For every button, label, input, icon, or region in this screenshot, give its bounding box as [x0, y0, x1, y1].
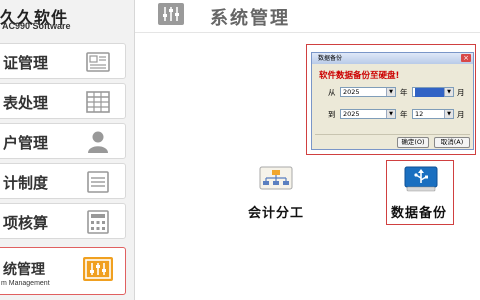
org-chart-icon[interactable]: [259, 166, 293, 192]
sidebar-item-voucher[interactable]: 证管理: [0, 43, 126, 79]
year-label: 年: [400, 110, 408, 119]
sidebar: 久久软件 AC990 Software 证管理 表处理 户管理 计制度 项核算 …: [0, 0, 135, 300]
list-icon: [87, 171, 109, 193]
from-year-select[interactable]: 2025 ▼: [340, 87, 396, 97]
logo-subtitle: AC990 Software: [2, 21, 71, 31]
dialog-heading: 软件数据备份至硬盘!: [319, 71, 400, 81]
voucher-icon: [86, 52, 110, 72]
close-icon[interactable]: ×: [461, 54, 471, 62]
logo: 久久软件 AC990 Software: [0, 0, 134, 40]
month-label: 月: [457, 88, 465, 97]
dialog-title: 数据备份: [318, 55, 343, 62]
sidebar-item-label: 项核算: [3, 214, 49, 232]
ok-button[interactable]: 确定(O): [397, 137, 429, 148]
sidebar-item-sublabel: m Management: [1, 280, 50, 287]
tile-data-backup-label[interactable]: 数据备份: [391, 202, 447, 221]
from-month-value: 1: [415, 88, 444, 97]
chevron-down-icon: ▼: [444, 110, 453, 118]
calculator-icon: [87, 210, 109, 234]
to-year-value: 2025: [343, 110, 360, 118]
page-title: 系统管理: [210, 8, 290, 29]
page-header: 系统管理: [135, 0, 480, 32]
table-icon: [86, 91, 110, 113]
sidebar-item-label: 统管理: [3, 262, 45, 278]
year-label: 年: [400, 88, 408, 97]
to-label: 到: [328, 110, 336, 119]
from-year-value: 2025: [343, 88, 360, 96]
sidebar-item-label: 证管理: [3, 54, 49, 72]
dialog-divider: [315, 134, 470, 135]
chevron-down-icon: ▼: [386, 88, 395, 96]
backup-dialog: 数据备份 × 软件数据备份至硬盘! 从 2025 ▼ 年 1 ▼ 月 到 202…: [311, 52, 474, 150]
to-month-value: 12: [415, 110, 424, 118]
tile-accounting-division-label[interactable]: 会计分工: [248, 202, 304, 221]
month-label: 月: [457, 110, 465, 119]
header-divider: [135, 32, 480, 33]
to-month-select[interactable]: 12 ▼: [412, 109, 454, 119]
chevron-down-icon: ▼: [386, 110, 395, 118]
sidebar-item-label: 计制度: [3, 174, 49, 192]
cancel-button[interactable]: 取消(A): [434, 137, 470, 148]
sidebar-item-item-accounting[interactable]: 项核算: [0, 203, 126, 239]
sidebar-item-system-management[interactable]: 统管理 m Management: [0, 247, 126, 295]
from-month-select[interactable]: 1 ▼: [412, 87, 454, 97]
user-icon: [88, 131, 108, 153]
from-label: 从: [328, 88, 336, 97]
sidebar-item-reports[interactable]: 表处理: [0, 83, 126, 119]
sidebar-item-label: 户管理: [3, 134, 49, 152]
settings-sliders-icon: [83, 257, 113, 281]
to-year-select[interactable]: 2025 ▼: [340, 109, 396, 119]
sidebar-item-label: 表处理: [3, 94, 49, 112]
usb-backup-icon[interactable]: [404, 166, 438, 192]
chevron-down-icon: ▼: [444, 88, 453, 96]
sidebar-item-accounting-system[interactable]: 计制度: [0, 163, 126, 199]
settings-sliders-icon: [158, 3, 184, 25]
dialog-titlebar: 数据备份 ×: [312, 53, 473, 64]
sidebar-item-accounts[interactable]: 户管理: [0, 123, 126, 159]
